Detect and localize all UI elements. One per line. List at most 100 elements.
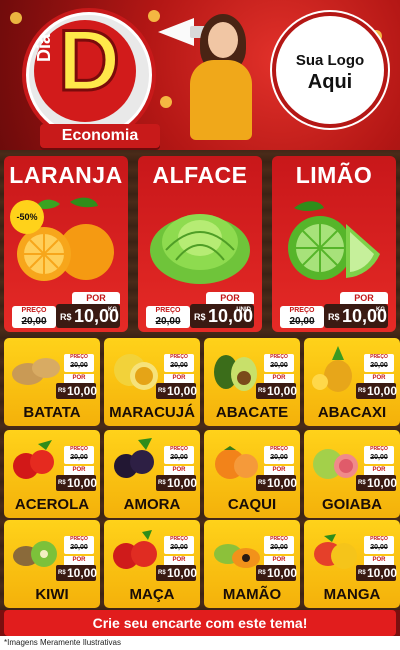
price-tag: R$ 10,00 [56,565,97,581]
featured-card-alface[interactable]: ALFACE POR PREÇO 20,00 R$ 10,00 UNID [138,156,262,332]
currency: R$ [158,388,166,394]
old-price-box: PREÇO 20,00 [64,354,94,372]
product-card-manga[interactable]: PREÇO 20,00 POR R$ 10,00 MANGA [304,520,400,608]
product-card-maracujá[interactable]: PREÇO 20,00 POR R$ 10,00 MARACUJÁ [104,338,200,426]
product-card-caqui[interactable]: PREÇO 20,00 POR R$ 10,00 CAQUI [204,430,300,518]
woman-illustration [180,10,260,140]
currency: R$ [58,480,66,486]
currency: R$ [328,312,340,322]
price-tag: R$ 10,00 [356,383,397,399]
old-price-box: PREÇO 20,00 [164,354,194,372]
product-card-kiwi[interactable]: PREÇO 20,00 POR R$ 10,00 KIWI [4,520,100,608]
price-value: 10,00 [167,566,198,580]
old-price-box: PREÇO 20,00 [264,354,294,372]
old-price-box: PREÇO 20,00 [364,354,394,372]
price-value: 10,00 [267,566,298,580]
product-card-maça[interactable]: PREÇO 20,00 POR R$ 10,00 MAÇA [104,520,200,608]
price-value: 10,00 [67,476,98,490]
product-card-batata[interactable]: PREÇO 20,00 POR R$ 10,00 BATATA [4,338,100,426]
cta-banner[interactable]: Crie seu encarte com este tema! [4,610,396,636]
guava-icon [313,449,358,479]
old-price-box: PREÇO 20,00 [146,306,190,328]
price-tag: R$ 10,00 [56,475,98,491]
preco-label: PREÇO [289,307,315,314]
preco-label: PREÇO [370,536,388,542]
lettuce-icon [150,214,250,284]
coin-icon [160,96,172,108]
product-name: MAMÃO [222,586,282,603]
featured-name: ALFACE [152,162,248,188]
old-price-box: PREÇO 20,00 [164,446,194,464]
por-label: POR [364,374,394,383]
preco-label: PREÇO [170,446,188,452]
price-tag: R$ 10,00 [256,383,297,399]
discount-badge: -50% [10,200,44,234]
old-price: 20,00 [170,454,188,461]
price-value: 10,00 [167,476,198,490]
currency: R$ [194,312,206,322]
old-price: 20,00 [370,454,388,461]
price-tag: R$ 10,00 [356,565,397,581]
header-banner: Dia D Economia Sua Logo Aqui [0,0,400,150]
persimmon-icon [215,446,258,479]
product-card-goiaba[interactable]: PREÇO 20,00 POR R$ 10,00 GOIABA [304,430,400,518]
product-card-abacate[interactable]: PREÇO 20,00 POR R$ 10,00 ABACATE [204,338,300,426]
featured-card-limao[interactable]: LIMÃO POR PREÇO 20,00 R$ 10,00 KG [272,156,396,332]
preco-label: PREÇO [21,307,47,314]
por-label: POR [72,292,120,304]
product-card-mamão[interactable]: PREÇO 20,00 POR R$ 10,00 MAMÃO [204,520,300,608]
kiwi-icon [13,541,57,567]
old-price: 20,00 [270,454,288,461]
old-price: 20,00 [170,544,188,551]
currency: R$ [158,480,166,486]
price-tag: R$ 10,00 [356,475,397,491]
old-price: 20,00 [270,362,288,369]
price-tag: R$ 10,00 KG [324,304,388,328]
logo-placeholder[interactable]: Sua Logo Aqui [276,16,384,124]
por-label: POR [264,556,294,565]
old-price-box: PREÇO 20,00 [64,446,94,464]
price-unit: KG [376,307,385,313]
featured-card-laranja[interactable]: LARANJA -50% POR PREÇO 20,00 R$ 10,00 KG [4,156,128,332]
por-label: POR [164,466,194,475]
product-card-acerola[interactable]: PREÇO 20,00 POR R$ 10,00 ACEROLA [4,430,100,518]
old-price-box: PREÇO 20,00 [364,446,394,464]
preco-label: PREÇO [270,354,288,360]
preco-label: PREÇO [370,354,388,360]
product-name: AMORA [123,496,181,513]
price-value: 10,00 [267,476,298,490]
old-price-box: PREÇO 20,00 [64,536,94,554]
price-tag: R$ 10,00 [156,565,198,581]
old-price-box: PREÇO 20,00 [264,536,294,554]
old-price: 20,00 [370,362,388,369]
preco-label: PREÇO [70,536,88,542]
product-name: MAÇA [129,586,175,603]
product-card-abacaxi[interactable]: PREÇO 20,00 POR R$ 10,00 ABACAXI [304,338,400,426]
product-name: ABACATE [215,404,289,421]
featured-name: LARANJA [9,162,123,188]
old-price: 20,00 [21,316,47,327]
price-unit: UNID [236,307,251,313]
logo-text-line2: Aqui [307,71,353,93]
old-price: 20,00 [170,362,188,369]
por-label: POR [264,466,294,475]
product-name: MANGA [323,586,381,603]
por-label: POR [264,374,294,383]
product-name: ACEROLA [14,496,90,513]
por-label: POR [64,556,94,565]
blackberry-icon [114,438,154,478]
old-price: 20,00 [70,362,88,369]
por-label: POR [164,556,194,565]
badge-ribbon: Economia [40,124,160,148]
por-label: POR [340,292,388,304]
price-tag: R$ 10,00 [256,565,298,581]
old-price: 20,00 [289,316,315,327]
old-price-box: PREÇO 20,00 [12,306,56,328]
product-name: KIWI [35,586,69,603]
dia-d-logo: Dia D Economia [18,6,160,148]
price-tag: R$ 10,00 [156,383,197,399]
product-name: BATATA [23,404,81,421]
product-card-amora[interactable]: PREÇO 20,00 POR R$ 10,00 AMORA [104,430,200,518]
mango-icon [314,534,357,569]
preco-label: PREÇO [170,354,188,360]
